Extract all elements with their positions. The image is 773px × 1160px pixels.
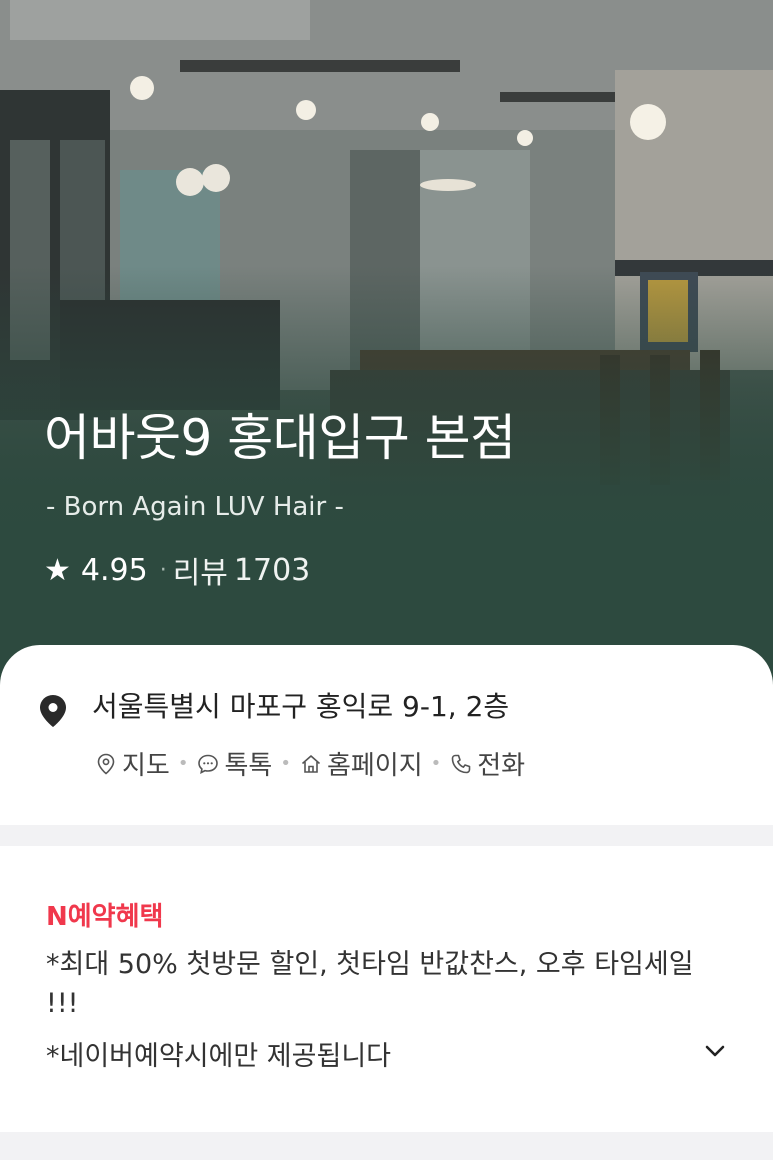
homepage-link-label: 홈페이지	[326, 751, 423, 781]
shop-name: 어바웃9 홍대입구 본점	[44, 409, 516, 467]
info-card: 서울특별시 마포구 홍익로 9-1, 2층 지도 • 톡톡 • 홈페이지 • 전…	[0, 645, 773, 825]
talk-link[interactable]: 톡톡	[196, 745, 272, 782]
rating-row: ★ 4.95 · 리뷰 1703	[44, 548, 310, 592]
benefit-line: *최대 50% 첫방문 할인, 첫타임 반값찬스, 오후 타임세일	[46, 949, 694, 980]
separator-dot: •	[430, 753, 442, 774]
star-icon: ★	[44, 552, 71, 588]
separator-dot: •	[177, 753, 189, 774]
review-label[interactable]: 리뷰	[173, 548, 228, 592]
reservation-benefit-card[interactable]: N예약혜택 *최대 50% 첫방문 할인, 첫타임 반값찬스, 오후 타임세일 …	[0, 846, 773, 1132]
hero-section: 어바웃9 홍대입구 본점 - Born Again LUV Hair - ★ 4…	[0, 0, 773, 700]
address-text: 서울특별시 마포구 홍익로 9-1, 2층	[92, 690, 510, 723]
benefit-line: *네이버예약시에만 제공됩니다	[46, 1041, 392, 1072]
map-pin-outline-icon	[97, 753, 115, 775]
review-count[interactable]: 1703	[234, 553, 310, 588]
map-link-label: 지도	[122, 751, 170, 781]
home-icon	[301, 754, 320, 773]
phone-link[interactable]: 전화	[449, 745, 525, 782]
rating-value: 4.95	[80, 552, 148, 588]
talk-link-label: 톡톡	[224, 751, 273, 781]
separator-dot: •	[280, 753, 291, 774]
location-pin-icon	[40, 695, 66, 727]
phone-link-label: 전화	[477, 751, 526, 781]
chevron-down-icon[interactable]	[700, 1036, 730, 1066]
action-links: 지도 • 톡톡 • 홈페이지 • 전화	[94, 745, 525, 782]
hero-gradient	[0, 0, 773, 700]
map-link[interactable]: 지도	[94, 745, 170, 782]
homepage-link[interactable]: 홈페이지	[299, 745, 423, 782]
phone-icon	[451, 754, 471, 773]
separator-dot: ·	[159, 557, 167, 583]
chat-bubble-icon	[198, 754, 219, 774]
benefit-title: N예약혜택	[46, 902, 164, 932]
shop-subtitle: - Born Again LUV Hair -	[46, 492, 344, 522]
benefit-line: !!!	[46, 988, 79, 1019]
